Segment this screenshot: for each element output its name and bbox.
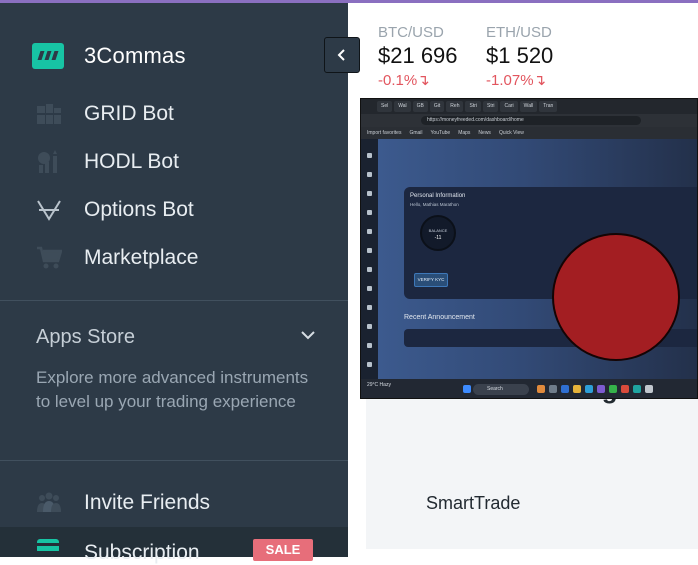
sidebar-item-invite-friends[interactable]: Invite Friends xyxy=(0,479,348,527)
top-accent-line xyxy=(0,0,698,3)
taskbar-app-icon xyxy=(561,385,569,393)
verify-kyc-button: VERIFY KYC xyxy=(414,273,448,287)
taskbar-app-icon xyxy=(645,385,653,393)
embedded-screenshot: Sel Wal GB Git Reh Stri Stri Cari Wall T… xyxy=(360,98,698,399)
chevron-left-icon xyxy=(337,49,345,61)
browser-tab: Reh xyxy=(446,101,464,112)
ticker-price: $1 520 xyxy=(486,43,554,68)
cart-icon xyxy=(36,245,62,271)
divider xyxy=(0,300,348,301)
browser-tab: Stri xyxy=(465,101,481,112)
browser-bookmarks: Import favorites Gmail YouTube Maps News… xyxy=(361,127,697,139)
bookmark: News xyxy=(478,130,491,136)
sidebar-item-label: Options Bot xyxy=(84,198,194,221)
sidebar-nav: GRID Bot HODL Bot Options Bot Marketplac… xyxy=(0,90,348,282)
ticker-price: $21 696 xyxy=(378,43,458,68)
card-title: Personal Information xyxy=(410,193,466,199)
taskbar-app-icon xyxy=(537,385,545,393)
red-circle-annotation xyxy=(552,233,680,361)
content-panel xyxy=(366,380,698,549)
grid-bot-icon xyxy=(36,101,62,127)
bookmark: Maps xyxy=(458,130,471,136)
apps-store-toggle[interactable]: Apps Store xyxy=(36,322,316,352)
sidebar-item-grid-bot[interactable]: GRID Bot xyxy=(0,90,348,138)
brand-name: 3Commas xyxy=(84,43,186,68)
bookmark: Quick View xyxy=(498,130,524,136)
hodl-bot-icon xyxy=(36,149,62,175)
windows-taskbar: 29°C Hazy Search xyxy=(361,379,697,398)
taskbar-app-icon xyxy=(585,385,593,393)
browser-tab: Git xyxy=(429,101,445,112)
sidebar-item-hodl-bot[interactable]: HODL Bot xyxy=(0,138,348,186)
taskbar-app-icon xyxy=(573,385,581,393)
bookmark: Gmail xyxy=(409,130,423,136)
sidebar-item-label: HODL Bot xyxy=(84,150,179,173)
options-bot-icon xyxy=(36,197,62,223)
divider xyxy=(0,460,348,461)
browser-tab: Wal xyxy=(394,101,411,112)
taskbar-search: Search xyxy=(473,384,529,395)
card-subtitle: Hello, Mathias Marathon xyxy=(410,202,459,207)
browser-tab: Wall xyxy=(519,101,538,112)
ticker-btc[interactable]: BTC/USD $21 696 -0.1%↴ xyxy=(378,24,458,89)
windows-start-icon xyxy=(463,385,471,393)
sale-badge: SALE xyxy=(253,539,313,561)
browser-tab: GB xyxy=(412,101,428,112)
invite-row[interactable]: Invite Friends xyxy=(0,479,348,527)
taskbar-app-icon xyxy=(549,385,557,393)
apps-store-title: Apps Store xyxy=(36,325,135,348)
ticker-change: -1.07%↴ xyxy=(486,72,547,89)
brand[interactable]: 3Commas xyxy=(32,38,186,74)
browser-tab: Stri xyxy=(482,101,499,112)
taskbar-app-icon xyxy=(633,385,641,393)
chevron-down-icon xyxy=(300,327,316,348)
smarttrade-link[interactable]: SmartTrade xyxy=(426,493,520,514)
announcement-heading: Recent Announcement xyxy=(404,314,475,321)
embedded-dashboard: Personal Information Hello, Mathias Mara… xyxy=(378,139,697,379)
ticker-pair: BTC/USD xyxy=(378,24,444,41)
embedded-side-rail xyxy=(361,139,378,379)
bookmark: Import favorites xyxy=(367,130,402,136)
ticker-eth[interactable]: ETH/USD $1 520 -1.07%↴ xyxy=(486,24,553,89)
browser-tab: Tran xyxy=(539,101,558,112)
balance-value: -11 xyxy=(434,235,442,241)
ticker-pair: ETH/USD xyxy=(486,24,552,41)
ticker-change: -0.1%↴ xyxy=(378,72,430,89)
sidebar-item-label: Subscription xyxy=(84,541,200,564)
balance-label: BALANCE xyxy=(428,228,448,233)
sidebar-item-subscription[interactable]: Subscription SALE xyxy=(0,527,348,564)
sidebar: 3Commas GRID Bot HODL Bot Options Bot Ma… xyxy=(0,0,348,564)
people-icon xyxy=(36,490,62,516)
apps-store-section: Apps Store Explore more advanced instrum… xyxy=(36,322,316,414)
balance-circle: BALANCE -11 xyxy=(420,215,456,251)
sidebar-item-marketplace[interactable]: Marketplace xyxy=(0,234,348,282)
sidebar-item-label: GRID Bot xyxy=(84,102,174,125)
apps-store-description: Explore more advanced instruments to lev… xyxy=(36,368,309,411)
sidebar-item-label: Marketplace xyxy=(84,246,199,269)
sidebar-item-label: Invite Friends xyxy=(84,491,211,514)
browser-address-bar: https://moneyfreeded.com/dashboard/home xyxy=(361,114,697,127)
bookmark: YouTube xyxy=(430,130,451,136)
browser-tab: Sel xyxy=(377,101,393,112)
taskbar-app-icon xyxy=(597,385,605,393)
taskbar-app-icon xyxy=(621,385,629,393)
browser-tab-strip: Sel Wal GB Git Reh Stri Stri Cari Wall T… xyxy=(361,99,697,114)
taskbar-app-icon xyxy=(609,385,617,393)
collapse-sidebar-button[interactable] xyxy=(324,37,360,73)
browser-url: https://moneyfreeded.com/dashboard/home xyxy=(421,116,641,125)
logo-icon xyxy=(32,43,64,69)
weather-widget: 29°C Hazy xyxy=(367,382,391,388)
browser-tab: Cari xyxy=(500,101,518,112)
sidebar-item-options-bot[interactable]: Options Bot xyxy=(0,186,348,234)
